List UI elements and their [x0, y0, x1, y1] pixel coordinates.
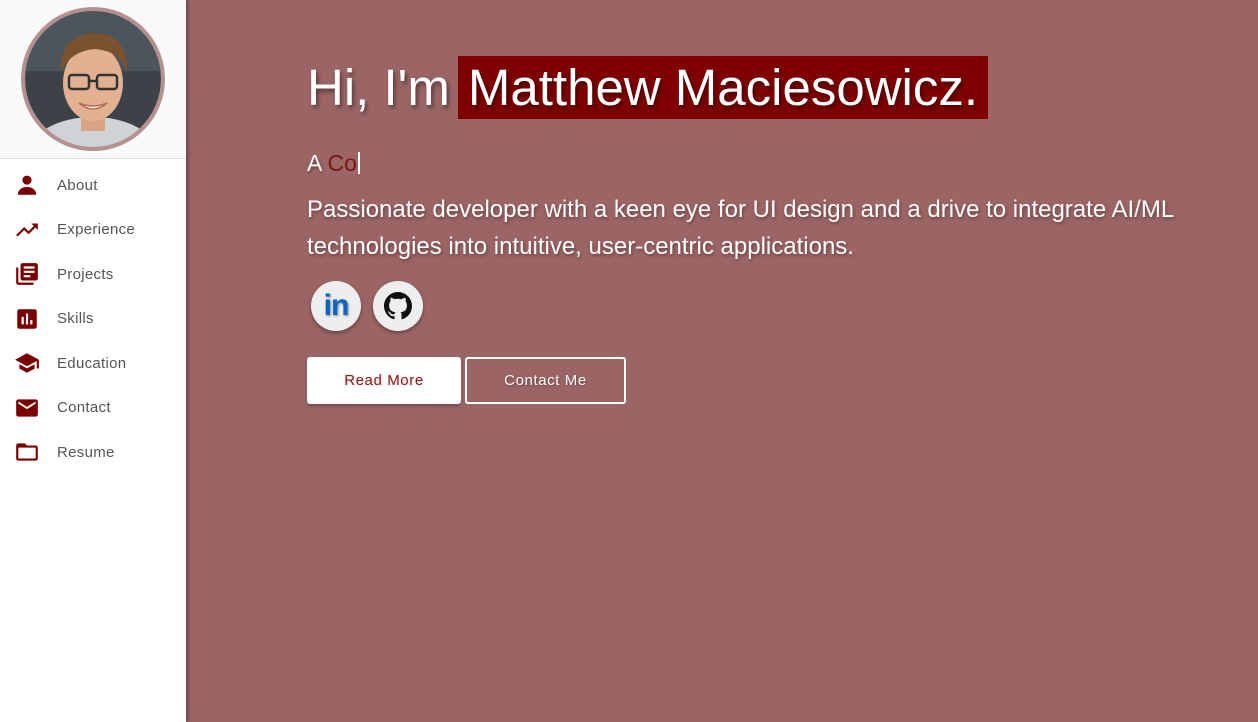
sidebar-item-skills[interactable]: Skills [0, 297, 186, 342]
greeting: Hi, I'm [307, 59, 450, 116]
sidebar-item-label: Education [57, 354, 127, 372]
avatar-container [0, 0, 186, 159]
main-content: Hi, I'm Matthew Maciesowicz. A Co Passion… [187, 0, 1258, 722]
sidebar: About Experience Projects Skills Educati… [0, 0, 186, 722]
mail-icon [14, 395, 40, 421]
headline: Hi, I'm Matthew Maciesowicz. [307, 56, 1207, 119]
sidebar-item-about[interactable]: About [0, 163, 186, 208]
folder-icon [14, 439, 40, 465]
graduation-cap-icon [14, 350, 40, 376]
linkedin-link[interactable]: in [311, 281, 361, 331]
typing-cursor [357, 152, 360, 174]
sidebar-item-resume[interactable]: Resume [0, 430, 186, 475]
sidebar-item-label: Projects [57, 265, 114, 283]
sidebar-item-label: Experience [57, 221, 136, 239]
sidebar-item-experience[interactable]: Experience [0, 208, 186, 253]
hero-section: Hi, I'm Matthew Maciesowicz. A Co Passion… [307, 56, 1207, 404]
person-icon [14, 172, 40, 198]
trending-up-icon [14, 217, 40, 243]
read-more-button[interactable]: Read More [307, 357, 461, 404]
sidebar-item-label: Resume [57, 443, 115, 461]
tagline: A Co [307, 149, 1207, 177]
avatar-photo [25, 11, 161, 147]
sidebar-item-education[interactable]: Education [0, 341, 186, 386]
tagline-prefix: A [307, 150, 322, 176]
bar-chart-icon [14, 306, 40, 332]
sidebar-item-contact[interactable]: Contact [0, 386, 186, 431]
sidebar-item-label: About [57, 176, 98, 194]
description: Passionate developer with a keen eye for… [307, 196, 1174, 260]
sidebar-item-label: Contact [57, 399, 111, 417]
name-highlight: Matthew Maciesowicz. [457, 56, 989, 119]
social-links: in [307, 281, 1207, 331]
cta-buttons: Read More Contact Me [307, 357, 1207, 404]
library-icon [14, 261, 40, 287]
github-link[interactable] [373, 281, 423, 331]
tagline-typed: Co [327, 150, 357, 176]
sidebar-item-label: Skills [57, 310, 94, 328]
linkedin-icon: in [323, 289, 350, 322]
github-icon [384, 292, 412, 320]
contact-me-button[interactable]: Contact Me [465, 357, 626, 404]
avatar [21, 7, 165, 151]
sidebar-nav: About Experience Projects Skills Educati… [0, 163, 186, 475]
sidebar-item-projects[interactable]: Projects [0, 252, 186, 297]
